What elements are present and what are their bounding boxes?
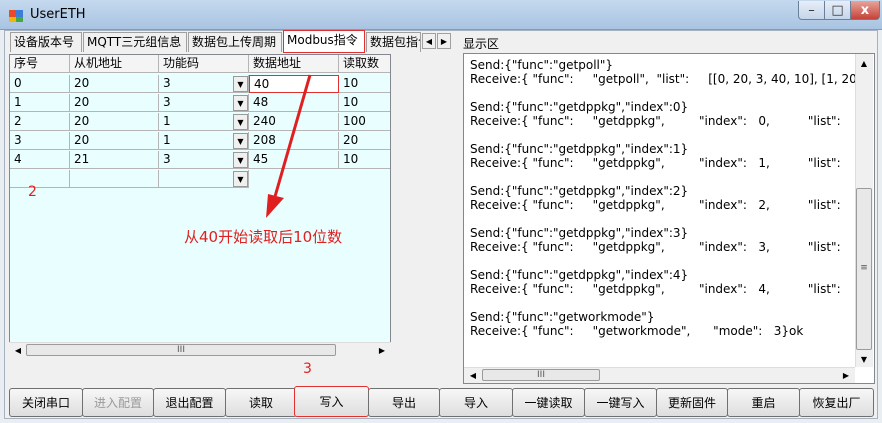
read-button[interactable]: 读取 <box>225 388 297 417</box>
function-code-dropdown-icon[interactable]: ▼ <box>233 114 248 130</box>
enter-config-button[interactable]: 进入配置 <box>82 388 154 417</box>
cell-index[interactable]: 4 <box>10 151 70 169</box>
tab-modbus[interactable]: Modbus指令 <box>283 30 365 53</box>
function-code-dropdown-icon[interactable]: ▼ <box>233 76 248 92</box>
vertical-thumb-grip-icon: ≡ <box>860 263 868 273</box>
factory-reset-button[interactable]: 恢复出厂 <box>799 388 874 417</box>
log-line: Receive:{ "func": "getdppkg", "index": 4… <box>470 282 841 296</box>
close-port-button[interactable]: 关闭串口 <box>9 388 83 417</box>
log-line: Receive:{ "func": "getdppkg", "index": 2… <box>470 198 841 212</box>
annotation-arrow-icon <box>266 74 312 218</box>
header-function-code: 功能码 <box>159 55 249 73</box>
title-bar <box>0 0 882 30</box>
read-all-button[interactable]: 一键读取 <box>512 388 585 417</box>
log-line: Send:{"func":"getdppkg","index":2} <box>470 184 689 198</box>
cell-index[interactable]: 1 <box>10 94 70 112</box>
cell-index-new[interactable] <box>10 170 70 188</box>
tab-packet-command[interactable]: 数据包指令 <box>366 32 421 52</box>
cell-slave-address[interactable]: 20 <box>70 94 159 112</box>
function-code-dropdown-icon[interactable]: ▼ <box>233 171 248 187</box>
log-display[interactable]: Send:{"func":"getpoll"} Receive:{ "func"… <box>463 53 875 384</box>
tab-device-version[interactable]: 设备版本号 <box>10 32 82 52</box>
log-line: Send:{"func":"getpoll"} <box>470 58 614 72</box>
log-line: Send:{"func":"getdppkg","index":3} <box>470 226 689 240</box>
cell-slave-address[interactable]: 20 <box>70 132 159 150</box>
import-button[interactable]: 导入 <box>439 388 513 417</box>
annotation-step-3: 3 <box>303 361 312 377</box>
grid-scroll-thumb[interactable]: III <box>26 344 336 356</box>
cell-index[interactable]: 2 <box>10 113 70 131</box>
scroll-down-arrow-icon[interactable]: ▼ <box>857 352 871 366</box>
annotation-step-2: 2 <box>28 184 37 200</box>
exit-config-button[interactable]: 退出配置 <box>153 388 226 417</box>
tab-upload-period[interactable]: 数据包上传周期 <box>188 32 282 52</box>
tab-scroll-right-icon[interactable]: ▶ <box>437 33 451 49</box>
write-button[interactable]: 写入 <box>294 386 369 417</box>
log-line: Receive:{ "func": "getdppkg", "index": 1… <box>470 156 841 170</box>
display-area-label: 显示区 <box>463 37 500 51</box>
cell-slave-address[interactable]: 21 <box>70 151 159 169</box>
cell-index[interactable]: 3 <box>10 132 70 150</box>
app-icon <box>9 10 23 22</box>
window-title: UserETH <box>30 7 86 22</box>
function-code-dropdown-icon[interactable]: ▼ <box>233 152 248 168</box>
cell-slave-address[interactable]: 20 <box>70 75 159 93</box>
log-scroll-left-arrow-icon[interactable]: ◀ <box>466 369 480 381</box>
scroll-left-arrow-icon[interactable]: ◀ <box>11 344 25 356</box>
maximize-button[interactable]: □ <box>825 1 851 20</box>
export-button[interactable]: 导出 <box>368 388 440 417</box>
modbus-grid: 序号 从机地址 功能码 数据地址 读取数 0 20 3 ▼ 40 10 1 20… <box>9 54 391 358</box>
write-all-button[interactable]: 一键写入 <box>584 388 657 417</box>
function-code-dropdown-icon[interactable]: ▼ <box>233 95 248 111</box>
log-line: Send:{"func":"getdppkg","index":4} <box>470 268 689 282</box>
close-button[interactable]: x <box>851 1 880 20</box>
cell-read-count[interactable]: 20 <box>339 132 390 150</box>
log-line: Send:{"func":"getworkmode"} <box>470 310 655 324</box>
tab-scroll-left-icon[interactable]: ◀ <box>422 33 436 49</box>
horizontal-thumb-grip-icon: III <box>537 370 545 380</box>
cell-slave-address[interactable]: 20 <box>70 113 159 131</box>
minimize-button[interactable]: – <box>798 1 825 20</box>
cell-slave-address-new[interactable] <box>70 170 159 188</box>
update-firmware-button[interactable]: 更新固件 <box>656 388 728 417</box>
function-code-dropdown-icon[interactable]: ▼ <box>233 133 248 149</box>
scroll-up-arrow-icon[interactable]: ▲ <box>857 56 871 70</box>
header-index: 序号 <box>10 55 70 73</box>
cell-read-count[interactable]: 10 <box>339 151 390 169</box>
log-line: Receive:{ "func": "getdppkg", "index": 0… <box>470 114 841 128</box>
cell-index[interactable]: 0 <box>10 75 70 93</box>
tab-mqtt-triple[interactable]: MQTT三元组信息 <box>83 32 187 52</box>
cell-read-count[interactable]: 10 <box>339 75 390 93</box>
log-scroll-right-arrow-icon[interactable]: ▶ <box>839 369 853 381</box>
log-line: Send:{"func":"getdppkg","index":1} <box>470 142 689 156</box>
cell-read-count[interactable]: 100 <box>339 113 390 131</box>
restart-button[interactable]: 重启 <box>727 388 800 417</box>
scroll-right-arrow-icon[interactable]: ▶ <box>375 344 389 356</box>
cell-read-count[interactable]: 10 <box>339 94 390 112</box>
log-line: Receive:{ "func": "getpoll", "list": [[0… <box>470 72 872 86</box>
header-slave-address: 从机地址 <box>70 55 159 73</box>
log-line: Send:{"func":"getdppkg","index":0} <box>470 100 689 114</box>
log-line: Receive:{ "func": "getdppkg", "index": 3… <box>470 240 841 254</box>
header-read-count: 读取数 <box>339 55 390 73</box>
log-line: Receive:{ "func": "getworkmode", "mode":… <box>470 324 804 338</box>
